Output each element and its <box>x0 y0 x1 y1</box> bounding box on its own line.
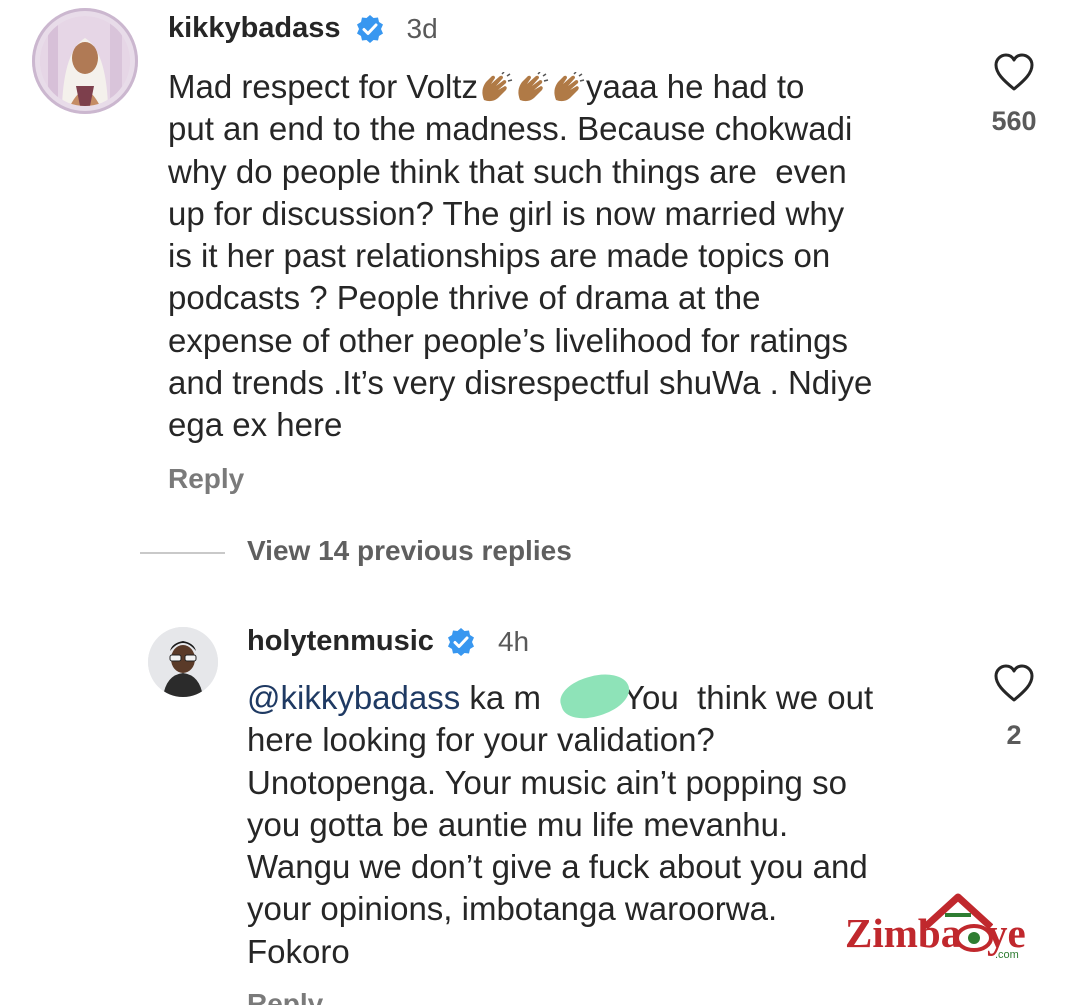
username[interactable]: kikkybadass <box>168 12 341 45</box>
watermark-text: Zimba <box>845 910 962 956</box>
comment-line: ega ex here <box>168 406 343 444</box>
site-watermark: Zimba ye .com <box>845 893 1035 963</box>
username[interactable]: holytenmusic <box>247 625 434 658</box>
timestamp: 4h <box>497 625 530 657</box>
comment-line: put an end to the madness. Because chokw… <box>168 110 853 148</box>
timestamp: 3d <box>406 12 438 44</box>
comment-line: and trends .It’s very disrespectful shuW… <box>168 364 873 402</box>
comment-line: expense of other people’s livelihood for… <box>168 321 848 359</box>
comment-line: you gotta be auntie mu life mevanhu. <box>247 805 789 843</box>
heart-icon[interactable] <box>993 52 1035 92</box>
avatar[interactable] <box>40 16 130 106</box>
comment-line: why do people think that such things are… <box>168 152 847 190</box>
comment-line: is it her past relationships are made to… <box>168 237 831 275</box>
comment-line: Unotopenga. Your music ain’t popping so <box>247 763 847 801</box>
verified-badge-icon <box>356 14 383 43</box>
comment-line: up for discussion? The girl is now marri… <box>168 194 845 232</box>
heart-icon[interactable] <box>993 663 1035 703</box>
comment-line: Mad respect for Voltz yaaa he had to <box>168 68 805 105</box>
mention-link[interactable]: @kikkybadass <box>247 679 460 716</box>
reply-button[interactable]: Reply <box>247 990 323 1005</box>
comment-header: holytenmusic 4h <box>247 625 529 658</box>
comment-line: podcasts ? People thrive of drama at the <box>168 279 761 317</box>
reply-button[interactable]: Reply <box>168 463 244 495</box>
comment-line: here looking for your validation? <box>247 721 715 759</box>
divider <box>140 552 225 554</box>
avatar[interactable] <box>148 627 218 697</box>
view-replies-link[interactable]: View 14 previous replies <box>247 535 572 567</box>
verified-badge-icon <box>447 627 474 656</box>
clapping-hands-icon <box>478 68 586 105</box>
comment-header: kikkybadass 3d <box>168 12 438 45</box>
like-count: 560 <box>991 106 1037 136</box>
watermark-suffix: .com <box>995 949 1019 961</box>
like-count: 2 <box>1006 720 1022 750</box>
comment-line: Wangu we don’t give a fuck about you and <box>247 848 868 886</box>
comment-body: Mad respect for Voltz yaaa he had to put … <box>168 66 958 447</box>
